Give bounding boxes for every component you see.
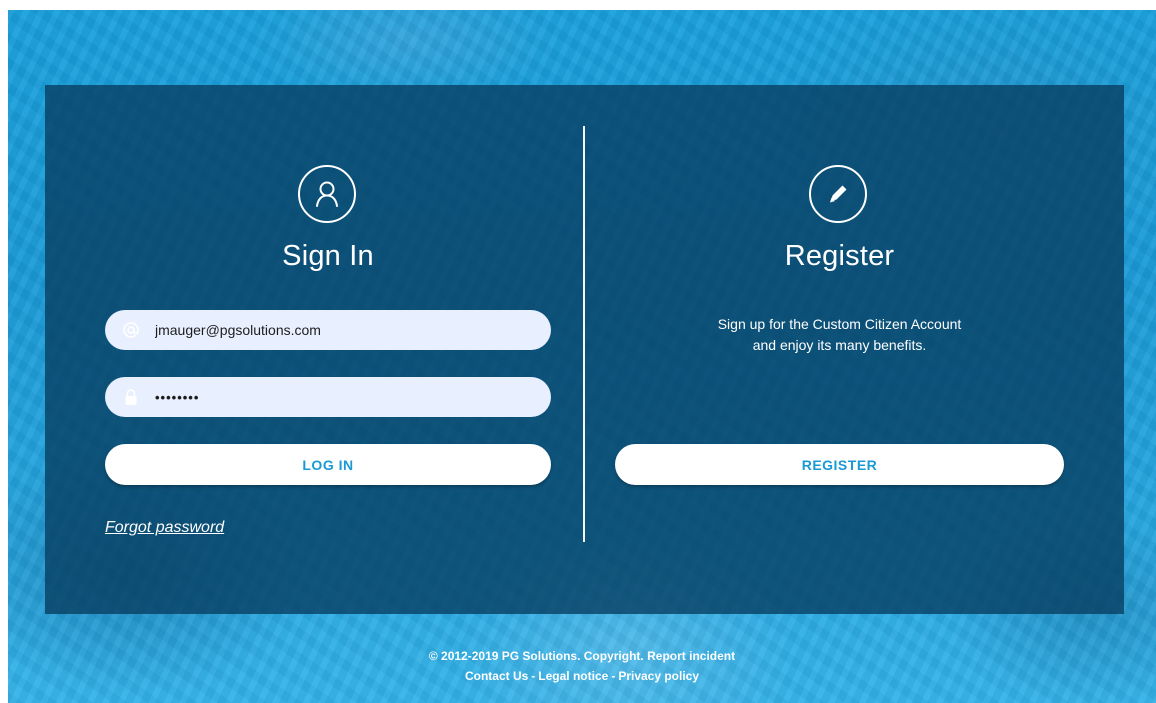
email-input[interactable] [155, 322, 535, 338]
page-footer: © 2012-2019 PG Solutions. Copyright. Rep… [8, 646, 1156, 686]
background-stage: Sign In LOG I [8, 10, 1156, 703]
register-blurb-line-2: and enjoy its many benefits. [752, 337, 927, 353]
lock-icon [122, 388, 140, 406]
register-heading: Register [784, 240, 895, 272]
email-field[interactable] [105, 310, 551, 350]
sign-in-column: Sign In LOG I [105, 85, 551, 614]
column-divider [583, 126, 585, 542]
pencil-icon [809, 165, 867, 223]
log-in-button[interactable]: LOG IN [105, 444, 551, 485]
register-blurb-line-1: Sign up for the Custom Citizen Account [717, 316, 962, 332]
register-button[interactable]: REGISTER [615, 444, 1064, 485]
register-column: Register Sign up for the Custom Citizen … [615, 85, 1064, 614]
at-icon [122, 321, 140, 339]
password-input[interactable] [155, 389, 535, 405]
user-icon [298, 165, 356, 223]
report-incident-link[interactable]: Report incident [647, 649, 735, 663]
register-description: Sign up for the Custom Citizen Account a… [615, 314, 1064, 356]
footer-line-1: © 2012-2019 PG Solutions. Copyright. Rep… [8, 646, 1156, 666]
legal-notice-link[interactable]: Legal notice [538, 669, 608, 683]
footer-separator: - [611, 669, 616, 683]
auth-panel: Sign In LOG I [45, 85, 1124, 614]
copyright-text: © 2012-2019 PG Solutions. Copyright. [428, 649, 644, 663]
contact-us-link[interactable]: Contact Us [465, 669, 528, 683]
password-field[interactable] [105, 377, 551, 417]
footer-separator: - [531, 669, 536, 683]
sign-in-heading: Sign In [282, 240, 374, 272]
forgot-password-link[interactable]: Forgot password [105, 519, 224, 537]
privacy-policy-link[interactable]: Privacy policy [618, 669, 699, 683]
footer-line-2: Contact Us - Legal notice - Privacy policy [8, 666, 1156, 686]
